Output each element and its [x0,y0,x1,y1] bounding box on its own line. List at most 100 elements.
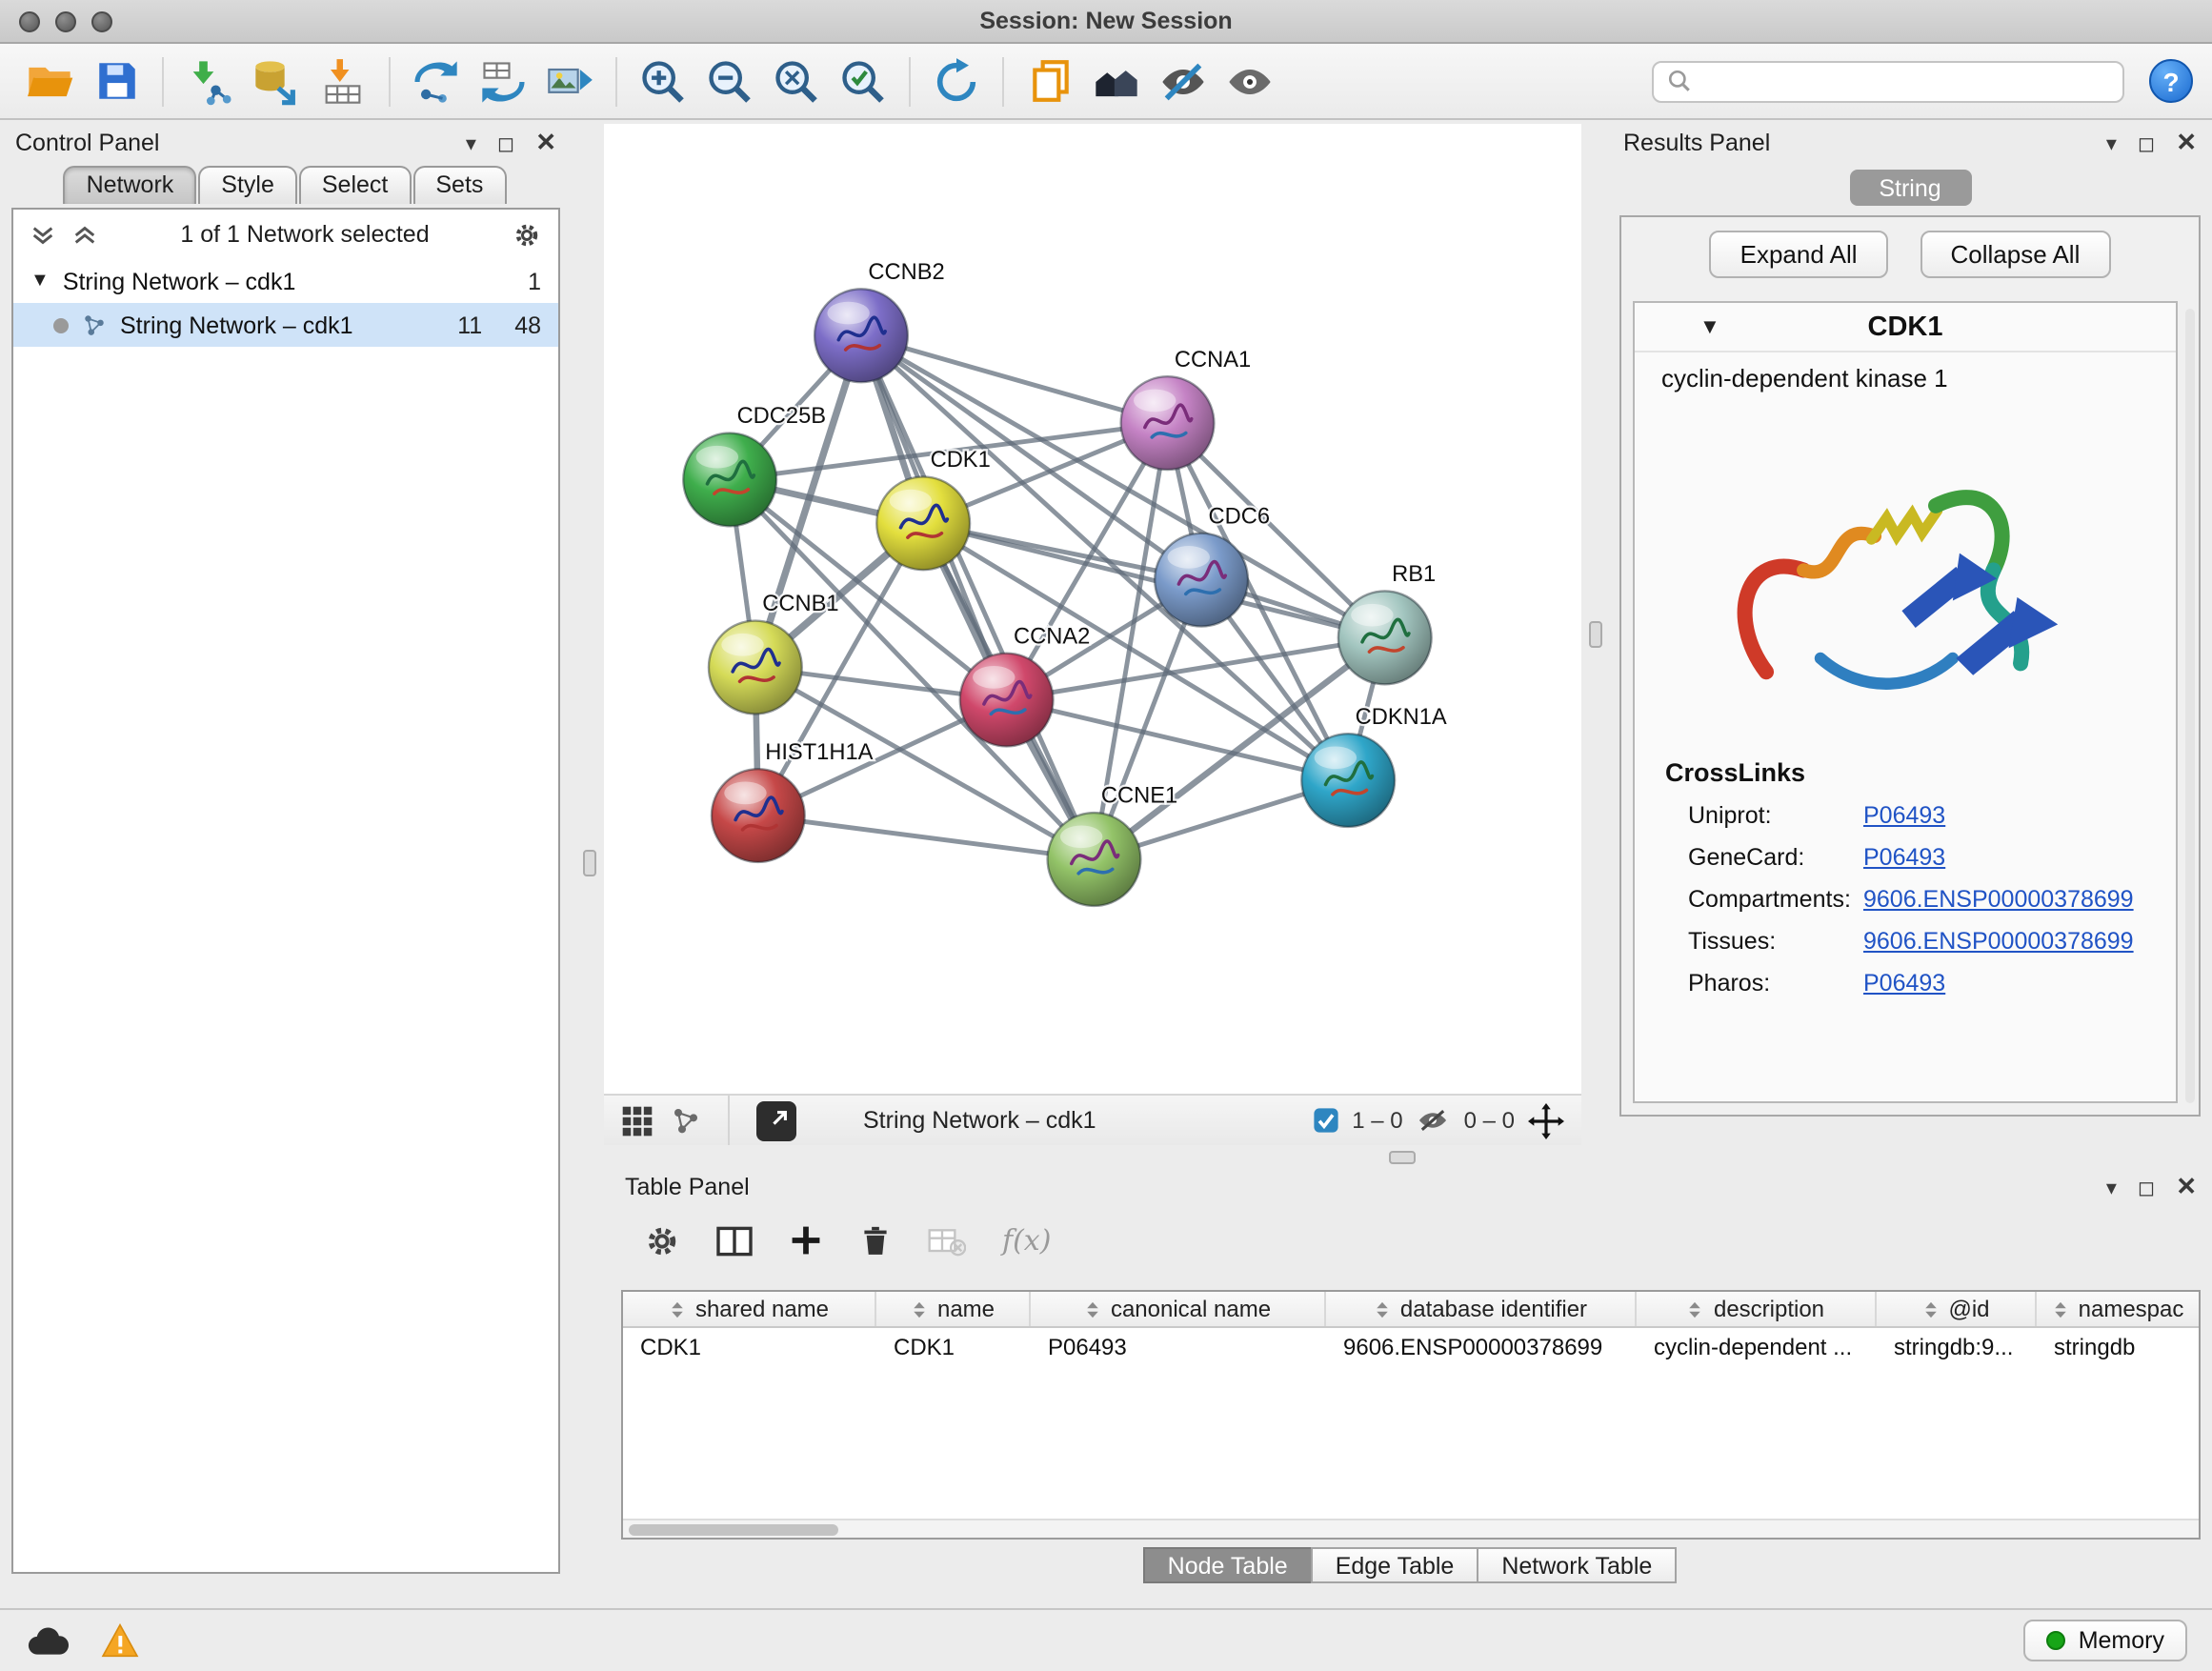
hide-selected-eye-slash-icon[interactable] [1153,50,1214,111]
export-image-icon[interactable] [539,50,600,111]
gear-icon[interactable] [644,1222,680,1258]
crosslink-value-link[interactable]: 9606.ENSP00000378699 [1863,886,2134,913]
network-share-icon[interactable] [671,1105,701,1136]
network-node-cdk1[interactable] [876,476,970,570]
collapse-all-tree-icon[interactable] [30,222,55,247]
import-network-from-database-icon[interactable] [246,50,307,111]
save-session-icon[interactable] [86,50,147,111]
network-node-cdc25b[interactable] [683,433,776,527]
horizontal-splitter-handle[interactable] [1389,1151,1416,1164]
results-scrollbar[interactable] [2185,309,2195,1103]
grid-view-icon[interactable] [621,1104,654,1137]
panel-menu-icon[interactable]: ▾ [466,131,476,155]
network-edge[interactable] [758,815,1095,859]
network-node-ccnb2[interactable] [814,289,908,382]
network-canvas[interactable]: CCNB2CCNA1CDC25BCDK1CDC6RB1CCNB1CCNA2CDK… [604,124,1581,1094]
float-panel-icon[interactable]: ◻ [2138,131,2155,155]
tab-style[interactable]: Style [198,166,297,204]
memory-button[interactable]: Memory [2023,1620,2187,1661]
sort-icon [911,1300,928,1318]
crosslink-value-link[interactable]: P06493 [1863,844,1945,871]
network-share-icon [82,312,107,337]
panel-menu-icon[interactable]: ▾ [2106,131,2117,155]
add-column-plus-icon[interactable] [789,1223,823,1258]
column-header--id[interactable]: @id [1877,1292,2037,1326]
zoom-out-icon[interactable] [699,50,760,111]
panel-menu-icon[interactable]: ▾ [2106,1175,2117,1199]
hidden-eye-slash-icon[interactable] [1417,1107,1451,1134]
new-network-icon[interactable] [406,50,467,111]
show-columns-icon[interactable] [716,1224,753,1257]
column-header-database-identifier[interactable]: database identifier [1326,1292,1637,1326]
tree-expand-caret-icon[interactable]: ▼ [30,271,50,292]
help-button[interactable]: ? [2149,59,2193,103]
zoom-selected-icon[interactable] [833,50,894,111]
scrollbar-thumb[interactable] [629,1523,838,1536]
column-header-name[interactable]: name [876,1292,1031,1326]
network-node-cdkn1a[interactable] [1301,734,1395,827]
column-header-shared-name[interactable]: shared name [623,1292,876,1326]
column-header-namespac[interactable]: namespac [2037,1292,2201,1326]
network-node-ccne1[interactable] [1048,813,1141,906]
first-neighbors-icon[interactable] [1086,50,1147,111]
close-panel-icon[interactable]: ✕ [535,128,556,158]
tab-edge-table[interactable]: Edge Table [1311,1547,1479,1583]
float-panel-icon[interactable]: ◻ [2138,1175,2155,1199]
crosslink-value-link[interactable]: 9606.ENSP00000378699 [1863,928,2134,955]
horizontal-scrollbar[interactable] [623,1519,2199,1538]
close-panel-icon[interactable]: ✕ [2176,128,2197,158]
network-edge[interactable] [861,335,1094,859]
crosslink-value-link[interactable]: P06493 [1863,802,1945,829]
network-node-cdc6[interactable] [1155,534,1248,627]
cloud-status-icon[interactable] [25,1624,70,1657]
vertical-splitter-handle[interactable] [1589,621,1602,648]
tab-select[interactable]: Select [299,166,412,204]
vertical-splitter-handle[interactable] [583,850,596,876]
table-row[interactable]: CDK1CDK1P064939606.ENSP00000378699cyclin… [623,1328,2199,1364]
search-input[interactable] [1701,68,2109,94]
section-collapse-caret-icon[interactable]: ▼ [1699,315,1720,338]
column-header-description[interactable]: description [1637,1292,1877,1326]
pan-move-crosshair-icon[interactable] [1528,1102,1564,1138]
network-node-ccna2[interactable] [960,654,1054,747]
network-node-rb1[interactable] [1338,591,1432,684]
network-node-ccna1[interactable] [1121,376,1215,470]
network-collection-row[interactable]: ▼ String Network – cdk1 1 [13,259,558,303]
network-node-ccnb1[interactable] [709,621,802,715]
gear-icon[interactable] [513,220,541,249]
zoom-fit-icon[interactable] [766,50,827,111]
delete-column-trash-icon[interactable] [859,1222,892,1258]
open-session-icon[interactable] [19,50,80,111]
collapse-all-button[interactable]: Collapse All [1920,231,2111,278]
open-in-new-window-icon[interactable] [756,1100,796,1140]
network-graph[interactable]: CCNB2CCNA1CDC25BCDK1CDC6RB1CCNB1CCNA2CDK… [604,124,1581,1094]
tab-string[interactable]: String [1849,170,1971,206]
export-network-icon[interactable] [473,50,533,111]
tab-sets[interactable]: Sets [412,166,506,204]
memory-status-dot-icon [2046,1631,2065,1650]
copy-document-icon[interactable] [1019,50,1080,111]
function-builder-button[interactable]: f(x) [1002,1223,1051,1258]
expand-all-tree-icon[interactable] [72,222,97,247]
refresh-layout-icon[interactable] [926,50,987,111]
show-all-eye-icon[interactable] [1219,50,1280,111]
search-box[interactable] [1652,60,2124,102]
warning-icon[interactable] [101,1623,139,1658]
crosslink-value-link[interactable]: P06493 [1863,970,1945,997]
network-row-selected[interactable]: String Network – cdk1 11 48 [13,303,558,347]
tab-node-table[interactable]: Node Table [1143,1547,1313,1583]
float-panel-icon[interactable]: ◻ [497,131,514,155]
import-network-from-file-icon[interactable] [179,50,240,111]
close-window-button[interactable] [19,11,40,32]
tab-network-table[interactable]: Network Table [1477,1547,1677,1583]
selected-nodes-checkbox-icon[interactable] [1312,1107,1338,1134]
network-node-hist1h1a[interactable] [712,769,805,862]
zoom-in-icon[interactable] [633,50,694,111]
zoom-window-button[interactable] [91,11,112,32]
close-panel-icon[interactable]: ✕ [2176,1172,2197,1202]
expand-all-button[interactable]: Expand All [1710,231,1888,278]
tab-network[interactable]: Network [64,166,197,204]
column-header-canonical-name[interactable]: canonical name [1031,1292,1326,1326]
minimize-window-button[interactable] [55,11,76,32]
import-table-from-file-icon[interactable] [312,50,373,111]
